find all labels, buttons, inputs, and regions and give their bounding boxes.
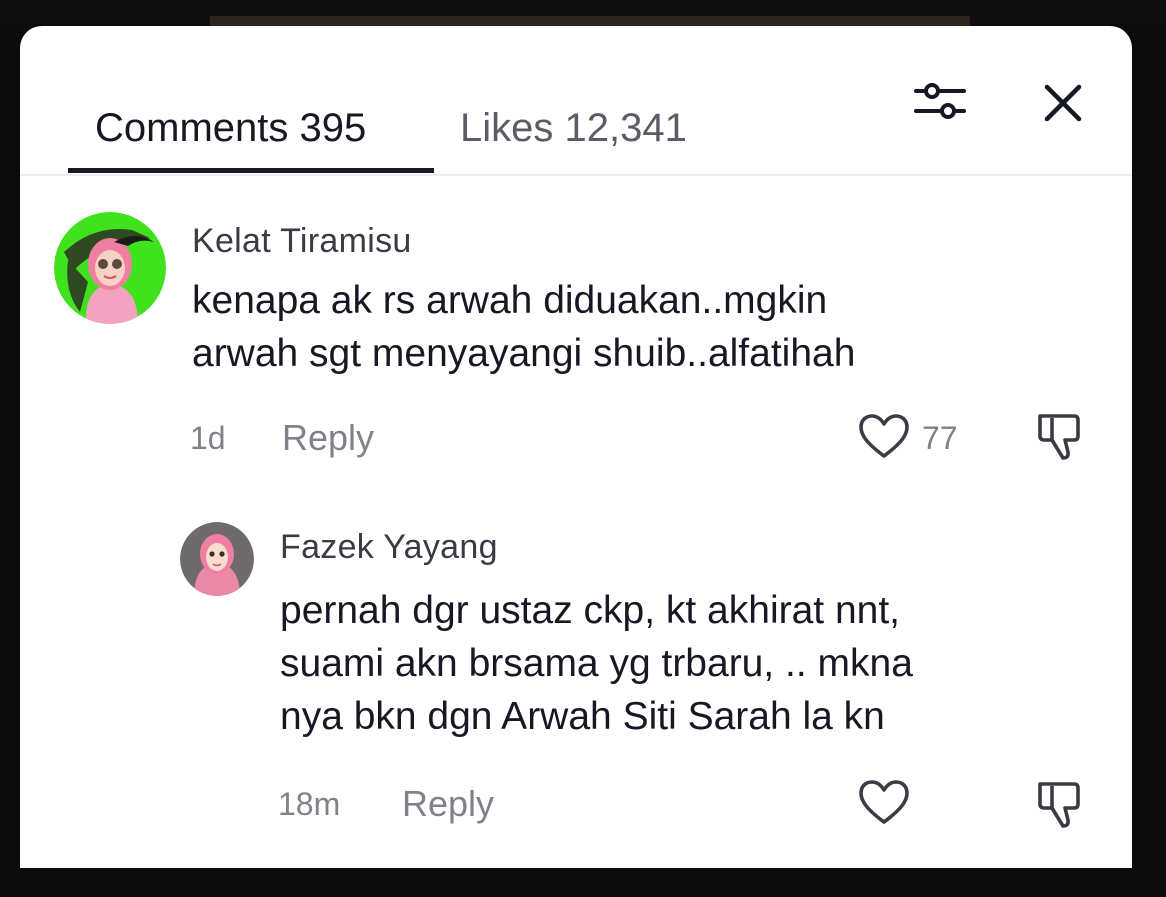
heart-icon (859, 780, 909, 824)
video-backdrop (0, 0, 1166, 26)
sliders-icon (914, 83, 966, 119)
close-icon (1044, 84, 1082, 122)
reply-button[interactable]: Reply (282, 417, 374, 459)
like-button[interactable] (857, 778, 911, 828)
dislike-button[interactable] (1034, 410, 1084, 462)
tab-comments[interactable]: Comments 395 (95, 104, 366, 152)
comment-time: 1d (190, 420, 226, 456)
thumbs-down-icon (1038, 782, 1080, 828)
user-avatar-image (54, 212, 166, 324)
header-divider (20, 174, 1132, 176)
dislike-button[interactable] (1034, 778, 1084, 830)
avatar-kelat-tiramisu[interactable] (54, 212, 166, 324)
user-avatar-image (180, 522, 254, 596)
reply-text: pernah dgr ustaz ckp, kt akhirat nnt, su… (280, 589, 913, 738)
heart-icon (859, 414, 909, 458)
comments-panel: Comments 395 Likes 12,341 Kelat Tiramisu… (20, 26, 1132, 868)
thumbs-down-icon (1038, 414, 1080, 460)
reply-time: 18m (278, 786, 341, 822)
comment-username[interactable]: Kelat Tiramisu (192, 222, 412, 261)
tab-likes[interactable]: Likes 12,341 (460, 104, 687, 152)
filter-button[interactable] (910, 76, 970, 126)
reply-username[interactable]: Fazek Yayang (280, 528, 498, 567)
active-tab-indicator (68, 168, 434, 173)
like-button[interactable] (857, 412, 911, 462)
comment-text: kenapa ak rs arwah diduakan..mgkin arwah… (192, 279, 856, 375)
close-button[interactable] (1038, 78, 1088, 128)
video-backdrop-strip (210, 16, 970, 26)
like-count: 77 (922, 420, 958, 456)
avatar-fazek-yayang[interactable] (180, 522, 254, 596)
reply-button[interactable]: Reply (402, 783, 494, 825)
